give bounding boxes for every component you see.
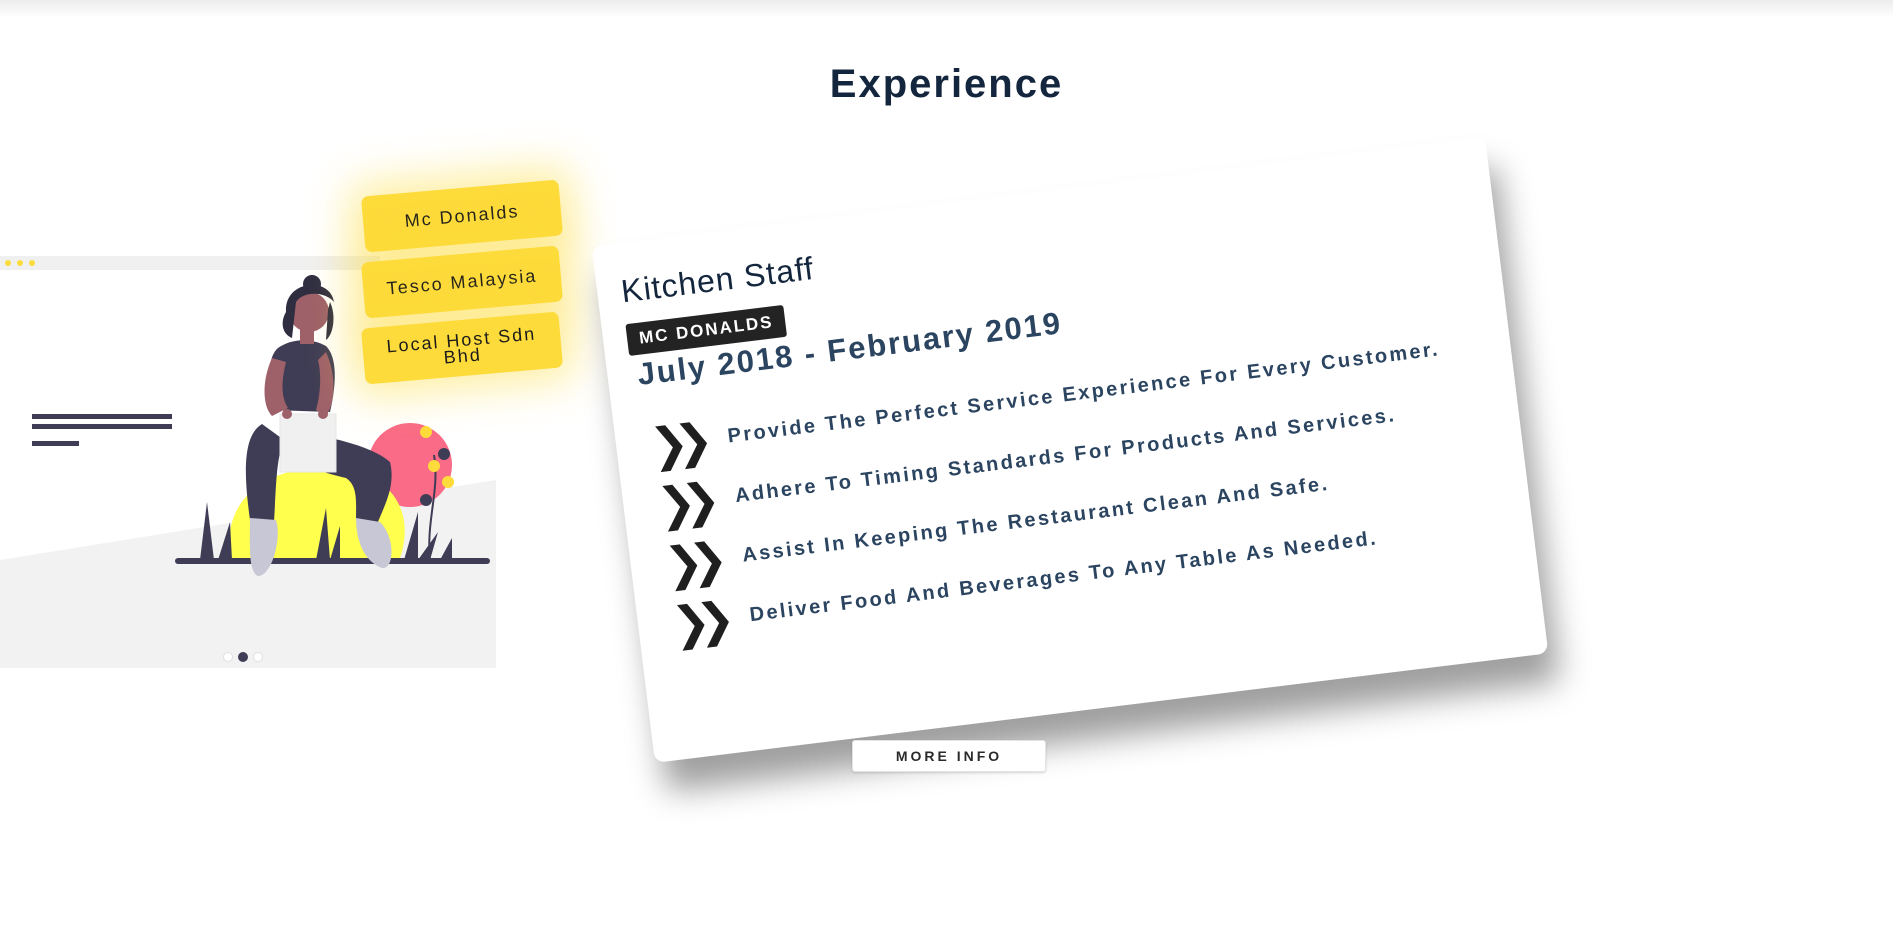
company-tab-label: Local Host Sdn Bhd: [385, 323, 537, 368]
double-chevron-right-icon: ❯❯: [647, 414, 703, 472]
text-line: [32, 414, 172, 419]
window-bar: [0, 256, 380, 270]
company-tab-label: Mc Donalds: [403, 201, 521, 231]
double-chevron-right-icon: ❯❯: [669, 592, 725, 651]
text-line: [32, 441, 79, 446]
text-line: [32, 424, 172, 429]
top-shadow: [0, 0, 1893, 18]
carousel-dots: [223, 652, 263, 662]
company-tab-label: Tesco Malaysia: [385, 265, 539, 299]
carousel-dot[interactable]: [253, 652, 263, 662]
double-chevron-right-icon: ❯❯: [661, 533, 717, 592]
section-title: Experience: [829, 62, 1064, 106]
window-dot-icon: [5, 260, 11, 266]
carousel-dot[interactable]: [223, 652, 233, 662]
paper-sheet: [279, 413, 337, 473]
company-tab-mc-donalds[interactable]: Mc Donalds: [360, 179, 564, 253]
carousel-dot-active[interactable]: [238, 652, 248, 662]
more-info-button[interactable]: MORE INFO: [852, 740, 1046, 772]
experience-card: Kitchen Staff MC DONALDS July 2018 - Feb…: [591, 137, 1549, 763]
double-chevron-right-icon: ❯❯: [654, 473, 710, 532]
window-dot-icon: [17, 260, 23, 266]
window-dot-icon: [29, 260, 35, 266]
